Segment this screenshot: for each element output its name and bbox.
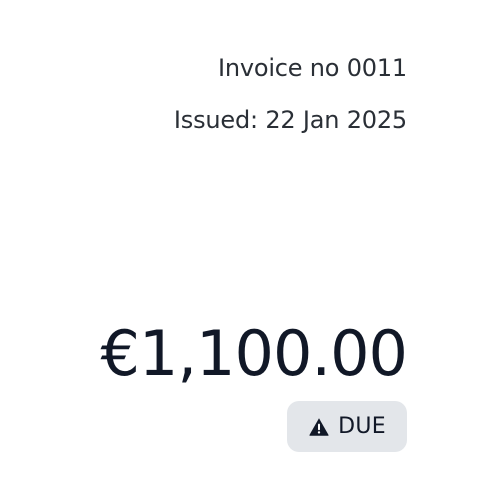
invoice-meta: Invoice no 0011 Issued: 22 Jan 2025 (174, 52, 407, 136)
issued-date: Issued: 22 Jan 2025 (173, 106, 407, 134)
invoice-number: Invoice no 0011 (217, 54, 407, 82)
status-badge: DUE (287, 401, 407, 452)
invoice-amount: €1,100.00 (100, 317, 408, 390)
warning-icon (308, 416, 330, 438)
status-label: DUE (338, 413, 386, 439)
